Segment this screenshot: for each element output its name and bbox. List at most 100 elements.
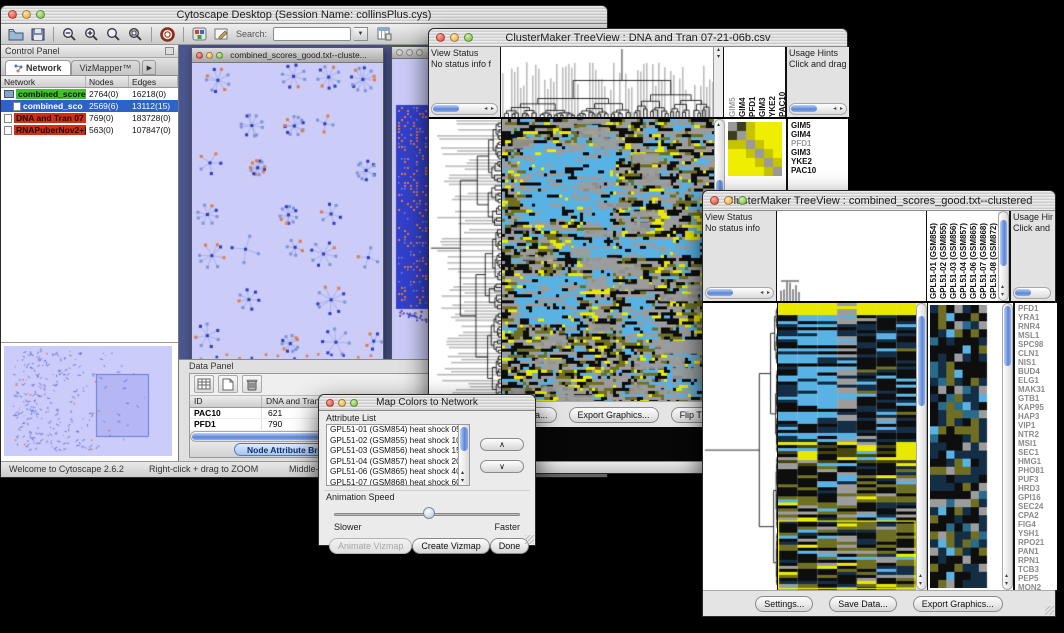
scrollbar-thumb[interactable] <box>918 316 925 406</box>
column-label[interactable]: GIM3 <box>758 49 768 117</box>
table-row[interactable]: DNA and Tran 07 769(0) 183728(0) <box>1 112 178 124</box>
treeview2-title-bar[interactable]: ClusterMaker TreeView : combined_scores_… <box>703 191 1055 211</box>
close-icon[interactable] <box>196 52 203 59</box>
usage-hints-hscrollbar[interactable] <box>1013 287 1051 299</box>
scrollbar-thumb[interactable] <box>1004 306 1011 366</box>
gene-label[interactable]: PAN1 <box>1018 547 1057 556</box>
heatmap-vscrollbar[interactable]: ▴▾ <box>916 303 927 590</box>
zoom-fit-icon[interactable] <box>104 25 123 43</box>
vizmapper-icon[interactable] <box>190 25 209 43</box>
gene-label[interactable]: RPN1 <box>1018 556 1057 565</box>
tab-overflow-icon[interactable]: ▶ <box>142 60 156 75</box>
resize-grip[interactable] <box>1045 606 1054 615</box>
gene-label[interactable]: BUD4 <box>1018 367 1057 376</box>
gene-label[interactable]: MON2 <box>1018 583 1057 590</box>
list-item[interactable]: GPL51-04 (GSM857) heat shock 20 min <box>330 457 458 468</box>
column-dendrogram-canvas[interactable] <box>501 47 713 117</box>
gene-label[interactable]: PUF3 <box>1018 475 1057 484</box>
column-label[interactable]: GPL51-01 (GSM854) <box>929 213 939 299</box>
gene-label[interactable]: PFD1 <box>1018 304 1057 313</box>
gene-label[interactable]: MSI1 <box>1018 439 1057 448</box>
zoom-heatmap-vscrollbar[interactable]: ▴▾ <box>1002 303 1013 590</box>
column-dendrogram-canvas[interactable] <box>777 211 926 301</box>
treeview-button[interactable]: Save Data... <box>829 596 897 612</box>
gene-label[interactable]: VIP1 <box>1018 421 1057 430</box>
list-item[interactable]: GPL51-07 (GSM868) heat shock 60 min <box>330 478 458 486</box>
zoom-in-icon[interactable] <box>82 25 101 43</box>
gene-label[interactable]: HAP3 <box>1018 412 1057 421</box>
zoom-window-icon[interactable] <box>350 399 358 407</box>
scrollbar-thumb[interactable] <box>1000 220 1007 266</box>
column-labels-vscrollbar[interactable]: ▴▾ <box>998 211 1009 301</box>
close-icon[interactable] <box>326 399 334 407</box>
gene-label[interactable]: YSH1 <box>1018 529 1057 538</box>
scrollbar-thumb[interactable] <box>707 289 733 296</box>
row-label[interactable]: GIM4 <box>791 130 848 139</box>
zoom-out-icon[interactable] <box>60 25 79 43</box>
column-label[interactable]: GIM4 <box>738 49 748 117</box>
slider-thumb[interactable] <box>423 507 435 519</box>
create-vizmap-button[interactable]: Create Vizmap <box>412 538 489 554</box>
move-down-button[interactable]: ∨ <box>480 460 524 473</box>
row-label[interactable]: GIM3 <box>791 148 848 157</box>
move-up-button[interactable]: ∧ <box>480 438 524 451</box>
network-view-canvas[interactable] <box>192 63 383 359</box>
minimize-icon[interactable] <box>724 196 733 205</box>
list-item[interactable]: GPL51-01 (GSM854) heat shock 05 min <box>330 425 458 436</box>
column-label[interactable]: YKE2 <box>768 49 778 117</box>
column-label[interactable]: GPL51-06 (GSM865) <box>969 213 979 299</box>
gene-label[interactable]: HMG1 <box>1018 457 1057 466</box>
column-label[interactable]: PFD1 <box>748 49 758 117</box>
help-lifering-icon[interactable] <box>158 25 177 43</box>
column-label[interactable]: GPL51-02 (GSM855) <box>939 213 949 299</box>
table-row[interactable]: combined_scores 2764(0) 16218(0) <box>1 88 178 100</box>
zoom-window-icon[interactable] <box>416 49 423 56</box>
gene-label[interactable]: CLN1 <box>1018 349 1057 358</box>
float-panel-icon[interactable] <box>165 47 174 55</box>
gene-label[interactable]: NIS1 <box>1018 358 1057 367</box>
zoom-heatmap-canvas[interactable] <box>930 305 989 588</box>
treeview1-title-bar[interactable]: ClusterMaker TreeView : DNA and Tran 07-… <box>429 29 847 47</box>
zoom-window-icon[interactable] <box>36 10 45 19</box>
close-icon[interactable] <box>436 33 445 42</box>
close-icon[interactable] <box>396 49 403 56</box>
minimize-icon[interactable] <box>406 49 413 56</box>
column-label[interactable]: GPL51-07 (GSM868) <box>979 213 989 299</box>
gene-label[interactable]: SEC1 <box>1018 448 1057 457</box>
done-button[interactable]: Done <box>490 538 530 554</box>
gene-label[interactable]: CPA2 <box>1018 511 1057 520</box>
search-dropdown-icon[interactable]: ▼ <box>354 27 368 41</box>
scrollbar-thumb[interactable] <box>1015 289 1031 296</box>
annotation-icon[interactable] <box>212 25 231 43</box>
minimize-icon[interactable] <box>22 10 31 19</box>
minimize-icon[interactable] <box>450 33 459 42</box>
scroll-arrows-strip[interactable]: ▴▾ <box>713 47 723 117</box>
column-label[interactable]: GPL51-03 (GSM856) <box>949 213 959 299</box>
treeview-button[interactable]: Settings... <box>755 596 813 612</box>
table-row-selected[interactable]: combined_sco 2569(6) 13112(15) <box>1 100 178 112</box>
zoom-window-icon[interactable] <box>216 52 223 59</box>
gene-label[interactable]: MSL1 <box>1018 331 1057 340</box>
row-dendrogram-canvas[interactable] <box>429 119 502 401</box>
column-label[interactable]: GIM5 <box>728 49 738 117</box>
zoom-window-icon[interactable] <box>464 33 473 42</box>
gene-label[interactable]: MAK31 <box>1018 385 1057 394</box>
zoom-selected-icon[interactable] <box>126 25 145 43</box>
attribute-browser-icon[interactable] <box>375 25 394 43</box>
gene-label[interactable]: YRA1 <box>1018 313 1057 322</box>
usage-hints-hscrollbar[interactable]: ◂ ▸ <box>789 103 847 115</box>
select-attributes-icon[interactable] <box>194 375 214 393</box>
scrollbar-thumb[interactable] <box>791 105 817 112</box>
gene-label[interactable]: HRD3 <box>1018 484 1057 493</box>
column-label[interactable]: GPL51-04 (GSM857) <box>959 213 969 299</box>
gene-label[interactable]: RNR4 <box>1018 322 1057 331</box>
gene-label[interactable]: GTB1 <box>1018 394 1057 403</box>
gene-label[interactable]: PEP5 <box>1018 574 1057 583</box>
animate-vizmap-button[interactable]: Animate Vizmap <box>329 538 412 554</box>
close-icon[interactable] <box>8 10 17 19</box>
search-input[interactable] <box>273 27 351 41</box>
zoom-window-icon[interactable] <box>738 196 747 205</box>
close-icon[interactable] <box>710 196 719 205</box>
gene-label[interactable]: GPI16 <box>1018 493 1057 502</box>
column-label[interactable]: PAC10 <box>778 49 788 117</box>
